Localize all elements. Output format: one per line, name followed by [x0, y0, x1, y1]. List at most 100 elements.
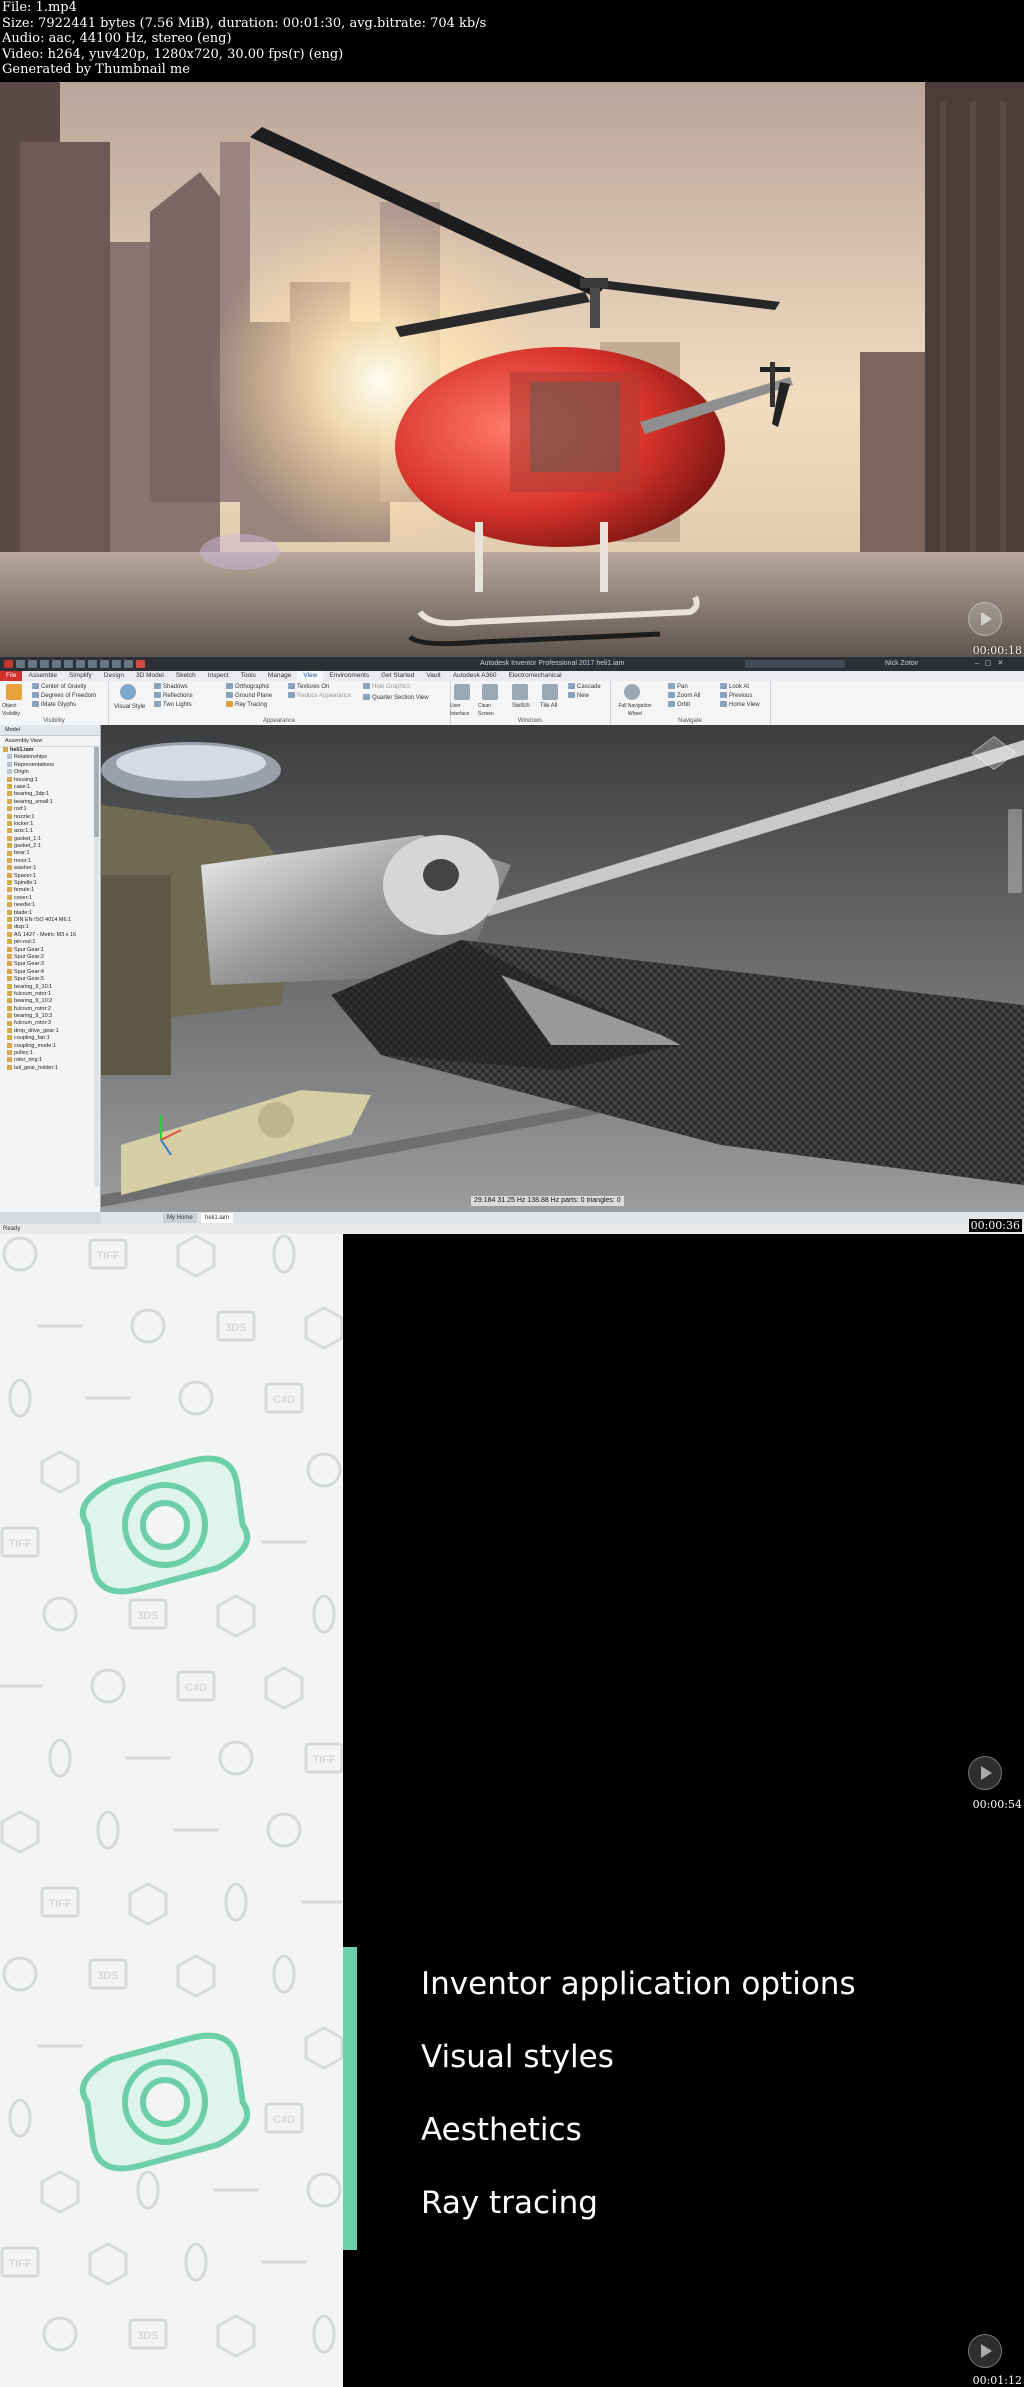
- switch-button[interactable]: Switch: [512, 702, 530, 710]
- reduce-appearance-button[interactable]: Reduce Appearance: [288, 692, 351, 700]
- tree-node[interactable]: coupling_fan:1: [0, 1035, 92, 1042]
- select-icon[interactable]: [88, 660, 97, 668]
- object-visibility-icon[interactable]: [6, 684, 22, 700]
- browser-scroll-thumb[interactable]: [94, 747, 99, 837]
- tree-node[interactable]: Representations: [0, 762, 92, 769]
- tab-autodesk-a360[interactable]: Autodesk A360: [447, 671, 503, 681]
- tree-node[interactable]: Spindle:1: [0, 880, 92, 887]
- look-at-button[interactable]: Look At: [720, 683, 749, 691]
- new-window-button[interactable]: New: [568, 692, 589, 700]
- home-view-button[interactable]: Home View: [720, 701, 760, 709]
- tree-node[interactable]: moor:1: [0, 858, 92, 865]
- tree-node[interactable]: gasket_1:1: [0, 836, 92, 843]
- tree-node[interactable]: cover:1: [0, 895, 92, 902]
- tab-manage[interactable]: Manage: [262, 671, 298, 681]
- clean-screen-button[interactable]: Clean Screen: [478, 702, 504, 718]
- tree-node[interactable]: bearing_9_10:3: [0, 1013, 92, 1020]
- degrees-of-freedom-button[interactable]: Degrees of Freedom: [32, 692, 96, 700]
- navigation-bar[interactable]: [1008, 809, 1022, 893]
- imate-glyphs-button[interactable]: iMate Glyphs: [32, 701, 76, 709]
- shadows-button[interactable]: Shadows: [154, 683, 188, 691]
- material-icon[interactable]: [100, 660, 109, 668]
- tree-node[interactable]: locker:1: [0, 821, 92, 828]
- tab-view[interactable]: View: [297, 671, 324, 681]
- window-controls[interactable]: –▢✕: [975, 657, 1009, 671]
- tree-node[interactable]: nozzle:1: [0, 814, 92, 821]
- visual-style-button[interactable]: Visual Style: [114, 703, 145, 711]
- browser-scrollbar[interactable]: [94, 747, 99, 1187]
- tab-design[interactable]: Design: [98, 671, 130, 681]
- tree-node[interactable]: fulcrum_rotor:1: [0, 991, 92, 998]
- tree-node[interactable]: rod:1: [0, 806, 92, 813]
- center-of-gravity-button[interactable]: Center of Gravity: [32, 683, 86, 691]
- tree-node[interactable]: Spacer:1: [0, 873, 92, 880]
- previous-view-button[interactable]: Previous: [720, 692, 752, 700]
- tree-node[interactable]: needle:1: [0, 902, 92, 909]
- cascade-button[interactable]: Cascade: [568, 683, 601, 691]
- two-lights-button[interactable]: Two Lights: [154, 701, 192, 709]
- tree-node[interactable]: DIN EN ISO 4014 M6:1: [0, 917, 92, 924]
- doc-tab-heli1[interactable]: heli1.iam: [201, 1213, 234, 1223]
- tree-node[interactable]: axis:1:1: [0, 828, 92, 835]
- tree-node[interactable]: bear:1: [0, 850, 92, 857]
- tile-all-icon[interactable]: [542, 684, 558, 700]
- user-interface-button[interactable]: User Interface: [450, 702, 476, 718]
- tab-sketch[interactable]: Sketch: [170, 671, 202, 681]
- new-icon[interactable]: [16, 660, 25, 668]
- ground-plane-button[interactable]: Ground Plane: [226, 692, 272, 700]
- tree-node[interactable]: tail_gear_holder:1: [0, 1065, 92, 1072]
- tree-node[interactable]: case:1: [0, 784, 92, 791]
- zoom-all-button[interactable]: Zoom All: [668, 692, 700, 700]
- tree-node[interactable]: bearing_9_10:2: [0, 998, 92, 1005]
- tree-node[interactable]: blade:1: [0, 910, 92, 917]
- tab-3d-model[interactable]: 3D Model: [130, 671, 170, 681]
- visual-style-icon[interactable]: [120, 684, 136, 700]
- tree-node[interactable]: Origin: [0, 769, 92, 776]
- doc-tab-my-home[interactable]: My Home: [163, 1213, 197, 1223]
- tree-node[interactable]: rotor_ring:1: [0, 1057, 92, 1064]
- pan-button[interactable]: Pan: [668, 683, 688, 691]
- tree-node[interactable]: housing:1: [0, 777, 92, 784]
- tree-node[interactable]: bearing_3dp:1: [0, 791, 92, 798]
- orbit-button[interactable]: Orbit: [668, 701, 690, 709]
- tree-node[interactable]: Spur Gear:1: [0, 947, 92, 954]
- reflections-button[interactable]: Reflections: [154, 692, 193, 700]
- open-icon[interactable]: [28, 660, 37, 668]
- object-visibility-button[interactable]: Object Visibility: [2, 702, 28, 718]
- clean-screen-icon[interactable]: [482, 684, 498, 700]
- user-interface-icon[interactable]: [454, 684, 470, 700]
- color-icon[interactable]: [136, 660, 145, 668]
- tab-file[interactable]: File: [0, 671, 23, 681]
- orthographic-button[interactable]: Orthographic: [226, 683, 270, 691]
- tree-node[interactable]: fulcrum_rotor:3: [0, 1020, 92, 1027]
- tree-node[interactable]: bearing_9_10:1: [0, 984, 92, 991]
- tree-node[interactable]: ferrule:1: [0, 887, 92, 894]
- ray-tracing-button[interactable]: Ray Tracing: [226, 701, 267, 709]
- quarter-section-view-button[interactable]: Quarter Section View: [363, 694, 429, 702]
- user-sign-in[interactable]: Nick Zotov: [885, 657, 918, 671]
- tree-node[interactable]: pulley:1: [0, 1050, 92, 1057]
- tab-assemble[interactable]: Assemble: [22, 671, 63, 681]
- hide-graphics-button[interactable]: Hide Graphics: [363, 683, 410, 691]
- quick-access-toolbar[interactable]: [4, 660, 344, 668]
- tree-node[interactable]: gasket_2:1: [0, 843, 92, 850]
- textures-on-button[interactable]: Textures On: [288, 683, 329, 691]
- undo-icon[interactable]: [52, 660, 61, 668]
- tab-simplify[interactable]: Simplify: [63, 671, 98, 681]
- tab-get-started[interactable]: Get Started: [375, 671, 420, 681]
- tab-environments[interactable]: Environments: [323, 671, 375, 681]
- tree-root[interactable]: heli1.iam: [0, 747, 92, 754]
- tab-vault[interactable]: Vault: [420, 671, 446, 681]
- tree-node[interactable]: drop_drive_gear:1: [0, 1028, 92, 1035]
- browser-view-dropdown[interactable]: Assembly View: [0, 736, 100, 747]
- graphics-viewport[interactable]: 29.184 31.25 Hz 138.88 Hz parts: 0 trian…: [101, 725, 1024, 1212]
- tab-electromechanical[interactable]: Electromechanical: [502, 671, 567, 681]
- tree-node[interactable]: AS 1427 - Metric M3 x 16: [0, 932, 92, 939]
- tile-all-button[interactable]: Tile All: [540, 702, 557, 710]
- appearance-icon[interactable]: [112, 660, 121, 668]
- tree-node[interactable]: Spur Gear:3: [0, 961, 92, 968]
- redo-icon[interactable]: [64, 660, 73, 668]
- tree-node[interactable]: pin-nut:1: [0, 939, 92, 946]
- tree-node[interactable]: fulcrum_rotor:2: [0, 1006, 92, 1013]
- tab-inspect[interactable]: Inspect: [202, 671, 235, 681]
